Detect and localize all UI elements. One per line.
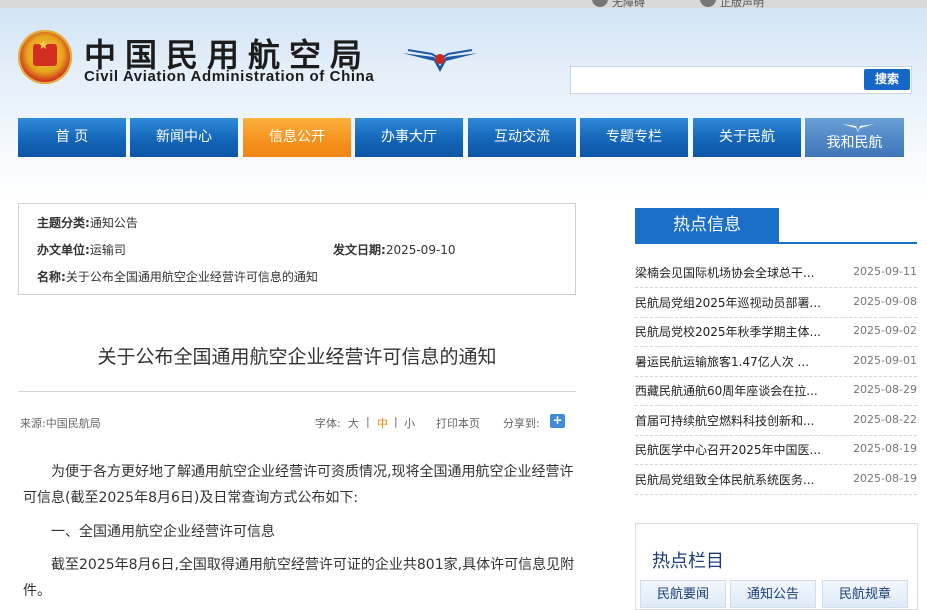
news-title[interactable]: 梁楠会见国际机场协会全球总干...	[635, 264, 814, 281]
top-utility-bar: 无障碍 正版声明	[0, 0, 927, 10]
news-date: 2025-08-19	[853, 442, 917, 455]
column-notices-button[interactable]: 通知公告	[730, 580, 816, 608]
news-item[interactable]: 暑运民航运输旅客1.47亿人次 ... 2025-09-01	[635, 347, 917, 377]
meta-unit-value: 运输司	[89, 243, 126, 257]
news-item[interactable]: 梁楠会见国际机场协会全球总干... 2025-09-11	[635, 258, 917, 288]
news-item[interactable]: 首届可持续航空燃料科技创新和... 2025-08-22	[635, 406, 917, 436]
news-title[interactable]: 首届可持续航空燃料科技创新和...	[635, 412, 814, 429]
hot-columns-title: 热点栏目	[652, 551, 724, 572]
share-label: 分享到:	[503, 417, 540, 430]
meta-category: 主题分类:通知公告	[37, 214, 138, 231]
title-divider	[18, 391, 576, 392]
news-date: 2025-08-22	[853, 413, 917, 426]
copyright-link[interactable]: 正版声明	[720, 0, 764, 10]
news-date: 2025-09-02	[853, 324, 917, 337]
caac-wing-logo-icon	[402, 49, 478, 72]
article-source: 来源:中国民航局	[20, 417, 101, 430]
column-aviation-news-button[interactable]: 民航要闻	[640, 580, 726, 608]
news-item[interactable]: 民航局党校2025年秋季学期主体... 2025-09-02	[635, 317, 917, 347]
news-item[interactable]: 西藏民航通航60周年座谈会在拉... 2025-08-29	[635, 376, 917, 406]
article-paragraph-2: 一、全国通用航空企业经营许可信息	[51, 524, 275, 540]
news-date: 2025-08-29	[853, 383, 917, 396]
meta-date-value: 2025-09-10	[385, 243, 456, 257]
copyright-icon[interactable]	[700, 0, 716, 7]
article-title: 关于公布全国通用航空企业经营许可信息的通知	[97, 346, 497, 368]
search-button[interactable]: 搜索	[864, 69, 910, 90]
nav-news-center[interactable]: 新闻中心	[130, 118, 238, 157]
meta-category-label: 主题分类:	[37, 216, 90, 230]
nav-home[interactable]: 首 页	[18, 118, 126, 157]
nav-about[interactable]: 关于民航	[693, 118, 801, 157]
news-item[interactable]: 民航局党组2025年巡视动员部署... 2025-09-08	[635, 288, 917, 318]
news-title[interactable]: 民航局党校2025年秋季学期主体...	[635, 323, 821, 340]
search-input[interactable]	[570, 66, 912, 94]
nav-me-and-aviation[interactable]: 我和民航	[805, 118, 904, 157]
accessibility-link[interactable]: 无障碍	[612, 0, 645, 10]
font-small-button[interactable]: 小	[404, 415, 415, 431]
font-sep-2: |	[394, 415, 398, 428]
font-sep-1: |	[366, 415, 370, 428]
article-paragraph-1: 为便于各方更好地了解通用航空企业经营许可资质情况,现将全国通用航空企业经营许可信…	[23, 464, 574, 506]
news-title[interactable]: 暑运民航运输旅客1.47亿人次 ...	[635, 353, 809, 370]
column-regulations-button[interactable]: 民航规章	[822, 580, 908, 608]
meta-date-label: 发文日期:	[333, 243, 386, 257]
news-title[interactable]: 民航局党组致全体民航系统医务...	[635, 471, 814, 488]
article-paragraph-3: 截至2025年8月6日,全国取得通用航空经营许可证的企业共801家,具体许可信息…	[23, 557, 575, 599]
nav-info-disclosure[interactable]: 信息公开	[243, 118, 351, 157]
news-title[interactable]: 西藏民航通航60周年座谈会在拉...	[635, 382, 818, 399]
news-date: 2025-08-19	[853, 472, 917, 485]
news-date: 2025-09-08	[853, 295, 917, 308]
hot-info-tab[interactable]: 热点信息	[635, 208, 779, 243]
news-date: 2025-09-01	[853, 354, 917, 367]
meta-name: 名称:关于公布全国通用航空企业经营许可信息的通知	[37, 268, 318, 285]
nav-interaction[interactable]: 互动交流	[468, 118, 576, 157]
meta-date: 发文日期:2025-09-10	[333, 241, 456, 258]
font-medium-button[interactable]: 中	[377, 415, 388, 431]
meta-name-label: 名称:	[37, 270, 66, 284]
nav-service-hall[interactable]: 办事大厅	[355, 118, 463, 157]
news-title[interactable]: 民航医学中心召开2025年中国医...	[635, 441, 821, 458]
nav-special-topics[interactable]: 专题专栏	[580, 118, 688, 157]
news-date: 2025-09-11	[853, 265, 917, 278]
site-title-en: Civil Aviation Administration of China	[84, 68, 375, 85]
wing-mini-icon	[842, 124, 874, 132]
news-title[interactable]: 民航局党组2025年巡视动员部署...	[635, 294, 821, 311]
news-item[interactable]: 民航医学中心召开2025年中国医... 2025-08-19	[635, 435, 917, 465]
national-emblem-icon: ★	[18, 30, 72, 84]
meta-unit: 办文单位:运输司	[37, 241, 126, 258]
meta-category-value: 通知公告	[89, 216, 138, 230]
font-size-label: 字体:	[315, 417, 341, 430]
news-item[interactable]: 民航局党组致全体民航系统医务... 2025-08-19	[635, 465, 917, 495]
meta-name-value: 关于公布全国通用航空企业经营许可信息的通知	[65, 270, 318, 284]
share-plus-icon[interactable]: +	[550, 414, 565, 428]
main-nav: 首 页 新闻中心 信息公开 办事大厅 互动交流 专题专栏 关于民航 我和民航	[18, 118, 905, 158]
font-large-button[interactable]: 大	[348, 415, 359, 431]
print-button[interactable]: 打印本页	[436, 415, 480, 431]
meta-unit-label: 办文单位:	[37, 243, 90, 257]
accessibility-icon[interactable]	[592, 0, 608, 7]
hot-info-underline	[635, 242, 917, 244]
nav-me-and-aviation-label: 我和民航	[826, 135, 883, 151]
